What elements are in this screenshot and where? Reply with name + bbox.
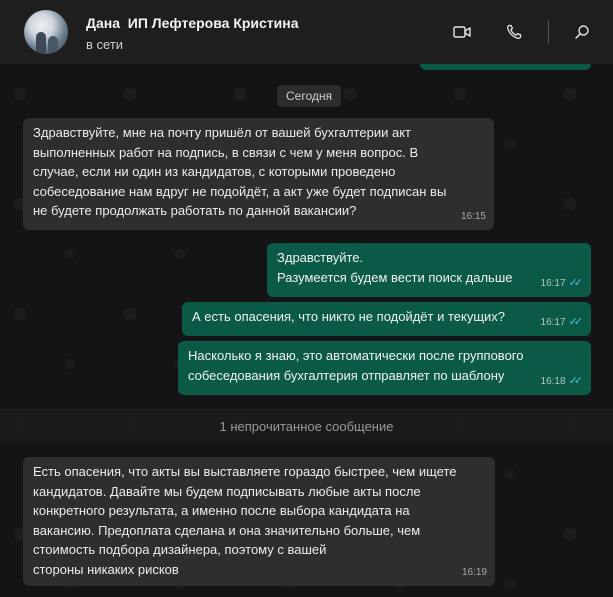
message-meta: 16:17 ✓✓ [540, 313, 584, 333]
message-bubble-incoming[interactable]: Есть опасения, что акты вы выставляете г… [23, 457, 495, 586]
message-meta: 16:19 [462, 563, 487, 583]
message-text: Здравствуйте, мне на почту пришёл от ваш… [33, 125, 447, 218]
message-meta: 16:15 [461, 207, 486, 227]
message-time: 16:19 [461, 566, 487, 578]
voice-call-icon[interactable] [504, 22, 524, 42]
message-time: 16:18 [540, 375, 566, 387]
search-icon[interactable] [572, 22, 592, 42]
message-bubble-incoming[interactable]: Здравствуйте, мне на почту пришёл от ваш… [23, 118, 494, 230]
message-bubble-outgoing[interactable]: Насколько я знаю, это автоматически посл… [178, 341, 591, 395]
chat-header: Дана ИП Лефтерова Кристина в сети [0, 0, 613, 64]
message-bubble-outgoing[interactable]: Здравствуйте. Разумеется будем вести пои… [267, 243, 591, 297]
contact-info[interactable]: Дана ИП Лефтерова Кристина в сети [86, 15, 299, 52]
message-text: Здравствуйте. Разумеется будем вести пои… [277, 250, 513, 285]
message-text: Насколько я знаю, это автоматически посл… [188, 348, 524, 383]
read-receipt-icon: ✓✓ [568, 276, 584, 289]
message-time: 16:15 [460, 210, 486, 222]
video-call-icon[interactable] [452, 22, 472, 42]
message-time: 16:17 [540, 277, 566, 289]
message-bubble-outgoing[interactable]: А есть опасения, что никто не подойдёт и… [182, 302, 591, 336]
previous-message-bubble [420, 64, 591, 70]
message-text: А есть опасения, что никто не подойдёт и… [192, 309, 506, 324]
message-time: 16:17 [540, 316, 566, 328]
contact-avatar[interactable] [24, 10, 68, 54]
contact-status: в сети [86, 37, 124, 52]
contact-name: Дана ИП Лефтерова Кристина [86, 15, 299, 31]
read-receipt-icon: ✓✓ [568, 315, 584, 328]
message-text: Есть опасения, что акты вы выставляете г… [33, 464, 457, 577]
message-meta: 16:17 ✓✓ [540, 274, 584, 294]
read-receipt-icon: ✓✓ [568, 374, 584, 387]
date-separator: Сегодня [277, 85, 341, 107]
header-divider [548, 20, 549, 44]
message-meta: 16:18 ✓✓ [540, 372, 584, 392]
unread-divider: 1 непрочитанное сообщение [219, 419, 394, 434]
message-list[interactable]: Сегодня Здравствуйте, мне на почту пришё… [0, 64, 613, 597]
